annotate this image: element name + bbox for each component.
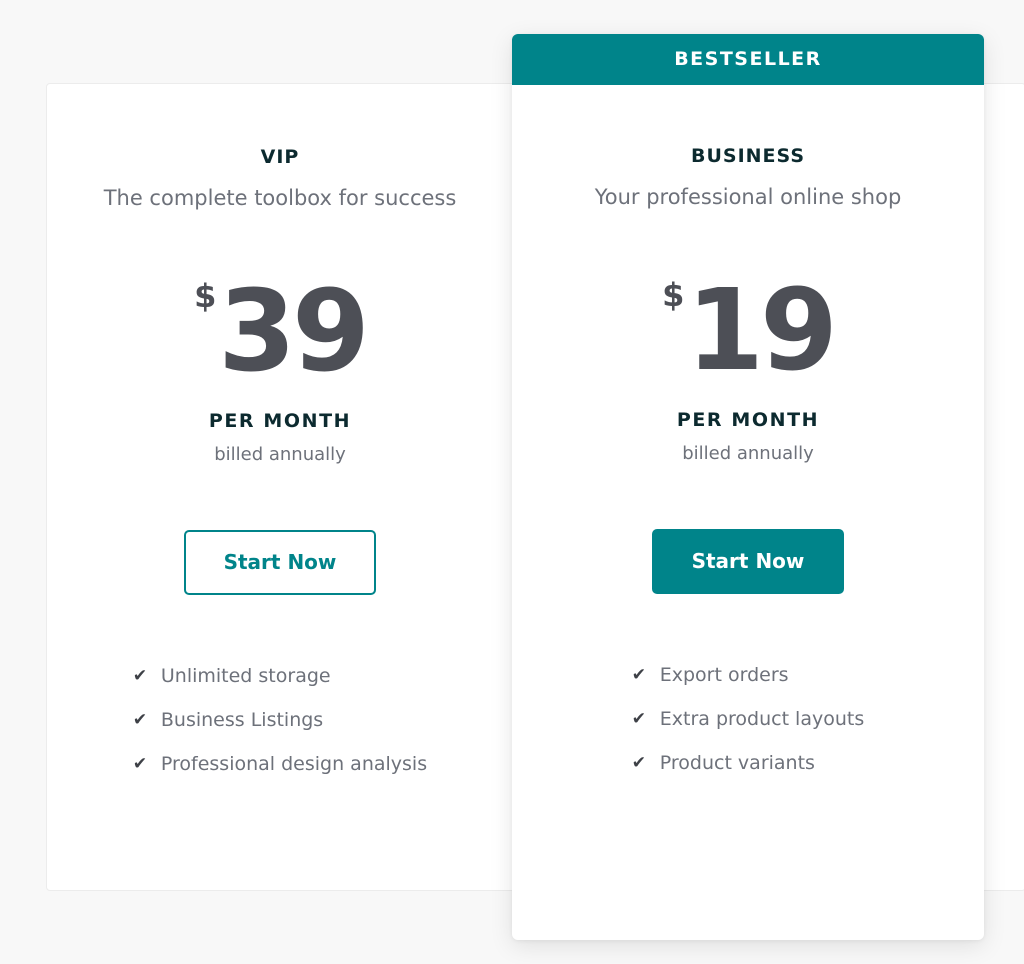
check-icon: ✔ (631, 709, 646, 729)
billing-note: billed annually (214, 444, 346, 465)
feature-item: ✔ Unlimited storage (133, 665, 427, 709)
feature-item: ✔ Professional design analysis (133, 753, 427, 797)
billing-note: billed annually (682, 443, 814, 464)
currency-symbol: $ (662, 276, 685, 314)
check-icon: ✔ (132, 754, 148, 774)
check-icon: ✔ (132, 666, 148, 686)
plan-description: Your professional online shop (594, 185, 902, 209)
feature-item: ✔ Product variants (632, 752, 865, 796)
currency-symbol: $ (194, 277, 217, 315)
plan-price: $ 19 (662, 275, 838, 387)
start-now-button[interactable]: Start Now (652, 529, 844, 594)
feature-label: Professional design analysis (160, 753, 428, 775)
plan-price: $ 39 (194, 276, 370, 388)
bestseller-badge: BESTSELLER (512, 34, 984, 85)
feature-label: Unlimited storage (160, 665, 331, 687)
plan-description: The complete toolbox for success (103, 186, 457, 210)
feature-item: ✔ Business Listings (133, 709, 427, 753)
feature-label: Extra product layouts (659, 708, 865, 730)
price-amount: 19 (686, 266, 838, 396)
billing-period: PER MONTH (676, 409, 820, 431)
plan-name: VIP (260, 146, 300, 168)
feature-item: ✔ Extra product layouts (632, 708, 865, 752)
feature-list: ✔ Export orders ✔ Extra product layouts … (632, 664, 865, 796)
feature-label: Export orders (659, 664, 789, 686)
start-now-button[interactable]: Start Now (184, 530, 376, 595)
plan-name: BUSINESS (690, 145, 806, 167)
feature-item: ✔ Export orders (632, 664, 865, 708)
price-amount: 39 (218, 267, 370, 397)
check-icon: ✔ (631, 753, 646, 773)
feature-list: ✔ Unlimited storage ✔ Business Listings … (133, 665, 427, 797)
pricing-section: VIP The complete toolbox for success $ 3… (0, 0, 1024, 964)
pricing-card-business: BESTSELLER BUSINESS Your professional on… (512, 34, 984, 940)
check-icon: ✔ (132, 710, 148, 730)
check-icon: ✔ (631, 665, 646, 685)
pricing-card-vip-content: VIP The complete toolbox for success $ 3… (47, 84, 513, 797)
billing-period: PER MONTH (208, 410, 352, 432)
feature-label: Product variants (659, 752, 815, 774)
feature-label: Business Listings (160, 709, 324, 731)
